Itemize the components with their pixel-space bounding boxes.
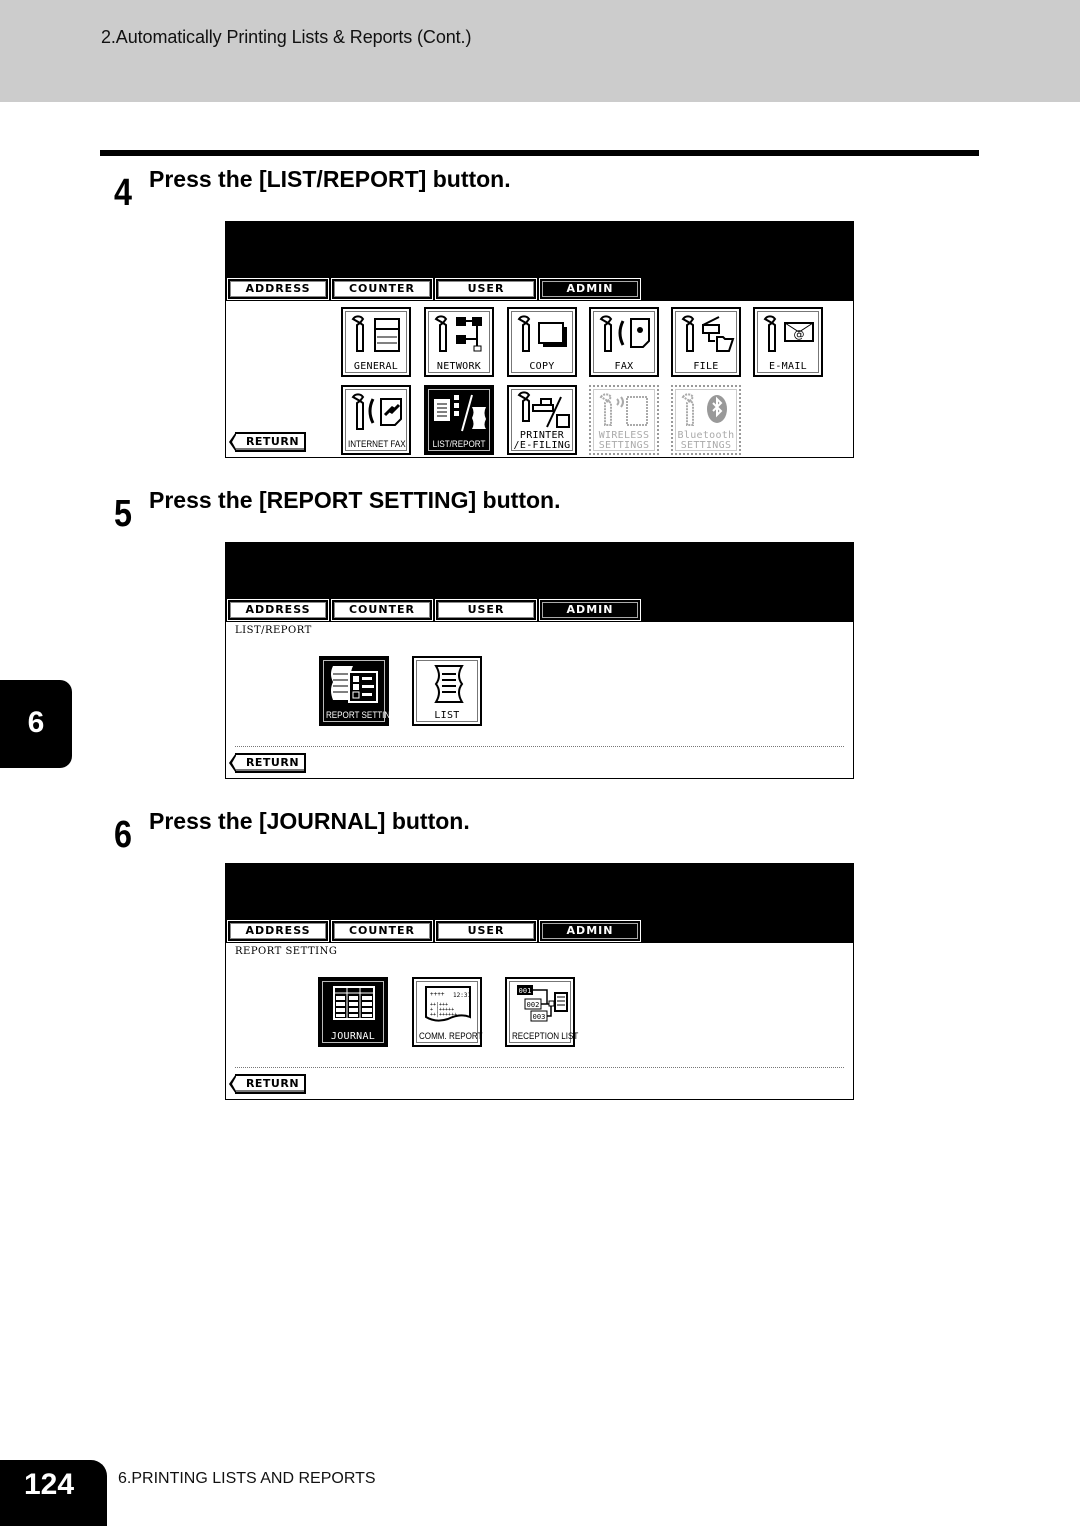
reception-list-label: RECEPTION LIST	[511, 1031, 579, 1042]
tab-admin[interactable]: ADMIN	[539, 920, 641, 942]
comm-report-button[interactable]: ++++ 12:31 ++|+++ + |+++++ ++|++++++ COM…	[412, 977, 483, 1047]
file-label: FILE	[693, 361, 719, 372]
general-button[interactable]: GENERAL	[341, 307, 411, 377]
svg-text:001: 001	[519, 987, 532, 995]
tab-user[interactable]: USER	[435, 599, 537, 621]
svg-text:@: @	[794, 328, 805, 341]
file-button[interactable]: FILE	[671, 307, 741, 377]
svg-text:002: 002	[527, 1001, 540, 1009]
tab-address[interactable]: ADDRESS	[227, 920, 329, 942]
step-number: 4	[114, 172, 132, 214]
screen-tabs: ADDRESS COUNTER USER ADMIN	[227, 920, 644, 943]
comm-report-icon: ++++ 12:31 ++|+++ + |+++++ ++|++++++	[425, 986, 471, 1022]
step-instruction: Press the [JOURNAL] button.	[149, 808, 470, 834]
report-setting-button[interactable]: REPORT SETTING	[319, 656, 397, 726]
step-number: 5	[114, 493, 132, 535]
chapter-tab: 6	[0, 680, 72, 768]
report-setting-icon	[331, 666, 378, 703]
step-instruction: Press the [LIST/REPORT] button.	[149, 166, 511, 192]
separator	[235, 746, 844, 747]
screen-list-report: ADDRESS COUNTER USER ADMIN LIST/REPORT R…	[225, 542, 854, 779]
copy-button[interactable]: COPY	[507, 307, 577, 377]
report-setting-label: REPORT SETTING	[325, 710, 397, 721]
svg-text:12:31: 12:31	[453, 992, 471, 999]
return-button[interactable]: RETURN	[229, 1074, 306, 1094]
fax-button[interactable]: FAX	[589, 307, 659, 377]
screen-report-setting: ADDRESS COUNTER USER ADMIN REPORT SETTIN…	[225, 863, 854, 1100]
journal-icon	[333, 986, 375, 1020]
email-button[interactable]: @ E-MAIL	[753, 307, 823, 377]
tab-counter[interactable]: COUNTER	[331, 278, 433, 300]
breadcrumb: REPORT SETTING	[235, 946, 338, 957]
fax-icon	[599, 315, 650, 352]
screen-tabs: ADDRESS COUNTER USER ADMIN	[227, 599, 644, 622]
network-button[interactable]: NETWORK	[424, 307, 494, 377]
header-band: 2.Automatically Printing Lists & Reports…	[0, 0, 1080, 102]
bluetooth-settings-button[interactable]: Bluetooth SETTINGS	[671, 385, 741, 455]
comm-report-label: COMM. REPORT	[418, 1031, 483, 1042]
separator	[235, 1067, 844, 1068]
screen-tabs: ADDRESS COUNTER USER ADMIN	[227, 278, 644, 301]
return-button[interactable]: RETURN	[229, 753, 306, 773]
return-button[interactable]: RETURN	[229, 432, 306, 452]
list-report-button[interactable]: LIST/REPORT	[424, 385, 494, 455]
list-button[interactable]: LIST	[412, 656, 482, 726]
chapter-number: 6	[27, 706, 45, 739]
tab-counter[interactable]: COUNTER	[331, 920, 433, 942]
chapter-title: 6.PRINTING LISTS AND REPORTS	[118, 1470, 376, 1487]
internet-fax-label: INTERNET FAX	[347, 439, 406, 450]
general-label: GENERAL	[353, 361, 399, 372]
reception-list-icon: 001 002 003	[517, 985, 568, 1022]
section-rule	[100, 150, 979, 156]
list-label: LIST	[434, 710, 460, 721]
fax-label: FAX	[614, 361, 634, 372]
step-instruction: Press the [REPORT SETTING] button.	[149, 487, 561, 513]
wireless-settings-button[interactable]: WIRELESS SETTINGS	[589, 385, 659, 455]
svg-text:++++: ++++	[430, 991, 445, 998]
journal-label: JOURNAL	[330, 1031, 376, 1042]
internet-fax-icon	[351, 393, 402, 430]
list-report-label: LIST/REPORT	[432, 439, 486, 450]
printer-efiling-icon	[517, 391, 570, 428]
general-icon	[351, 315, 400, 352]
tab-admin[interactable]: ADMIN	[539, 278, 641, 300]
tab-user[interactable]: USER	[435, 920, 537, 942]
network-label: NETWORK	[436, 361, 482, 372]
printer-efiling-label: PRINTER /E-FILING	[513, 430, 571, 451]
section-title: 2.Automatically Printing Lists & Reports…	[101, 27, 472, 47]
printer-efiling-button[interactable]: PRINTER /E-FILING	[507, 385, 577, 455]
network-icon	[434, 315, 482, 352]
copy-icon	[517, 315, 567, 352]
reception-list-button[interactable]: 001 002 003 RECEPTION LIST	[505, 977, 579, 1047]
list-report-icon	[434, 394, 486, 432]
svg-text:003: 003	[533, 1013, 546, 1021]
page-number-tab: 124	[0, 1460, 107, 1526]
bluetooth-settings-icon	[681, 393, 727, 426]
breadcrumb: LIST/REPORT	[235, 625, 312, 636]
copy-label: COPY	[529, 361, 555, 372]
tab-user[interactable]: USER	[435, 278, 537, 300]
tab-counter[interactable]: COUNTER	[331, 599, 433, 621]
tab-admin[interactable]: ADMIN	[539, 599, 641, 621]
tab-address[interactable]: ADDRESS	[227, 278, 329, 300]
page-number: 124	[24, 1468, 75, 1501]
journal-button[interactable]: JOURNAL	[318, 977, 388, 1047]
bluetooth-settings-label: Bluetooth SETTINGS	[677, 430, 735, 451]
email-icon: @	[763, 315, 814, 352]
svg-text:++|++++++: ++|++++++	[430, 1012, 457, 1018]
email-label: E-MAIL	[769, 361, 807, 372]
wireless-settings-label: WIRELESS SETTINGS	[598, 430, 650, 451]
internet-fax-button[interactable]: INTERNET FAX	[341, 385, 411, 455]
step-number: 6	[114, 814, 132, 856]
file-icon	[681, 315, 735, 352]
list-icon	[434, 665, 464, 703]
screen-admin-menu: ADDRESS COUNTER USER ADMIN GENERAL NETWO…	[225, 221, 854, 458]
wireless-settings-icon	[599, 393, 648, 426]
tab-address[interactable]: ADDRESS	[227, 599, 329, 621]
